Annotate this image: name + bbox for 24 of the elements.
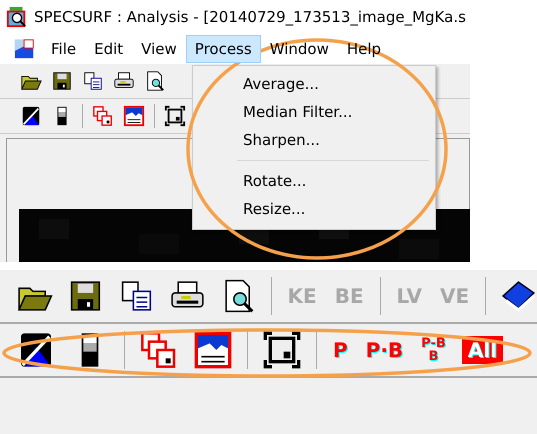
contrast-icon[interactable]: [20, 105, 42, 127]
image-window-icon[interactable]: [123, 105, 145, 127]
menu-item[interactable]: Edit: [85, 35, 132, 63]
menu-option[interactable]: Resize...: [193, 195, 435, 223]
toolbar-button[interactable]: P-B B: [419, 337, 448, 363]
toolbar-button[interactable]: P: [331, 340, 350, 360]
menu-item[interactable]: Process: [186, 35, 261, 63]
menu-option[interactable]: Rotate...: [193, 167, 435, 195]
toolbar-button[interactable]: P·B: [364, 340, 406, 360]
preview-icon[interactable]: [144, 70, 166, 92]
menu-item[interactable]: View: [132, 35, 186, 63]
save-icon[interactable]: [51, 70, 73, 92]
cascade-windows-icon[interactable]: [92, 105, 114, 127]
menu-item[interactable]: File: [42, 35, 86, 63]
menu-option[interactable]: Median Filter...: [193, 98, 435, 126]
menu-item[interactable]: Window: [260, 35, 338, 63]
window-title: SPECSURF : Analysis - [20140729_173513_image_MgKa.s: [34, 8, 466, 26]
copy-icon[interactable]: [82, 70, 104, 92]
app-icon: [6, 6, 28, 28]
document-icon[interactable]: [14, 38, 36, 60]
menu-option[interactable]: Average...: [193, 70, 435, 98]
menu-option[interactable]: Sharpen...: [193, 126, 435, 154]
fit-window-icon[interactable]: [262, 330, 302, 370]
image-window-icon[interactable]: [193, 330, 233, 370]
